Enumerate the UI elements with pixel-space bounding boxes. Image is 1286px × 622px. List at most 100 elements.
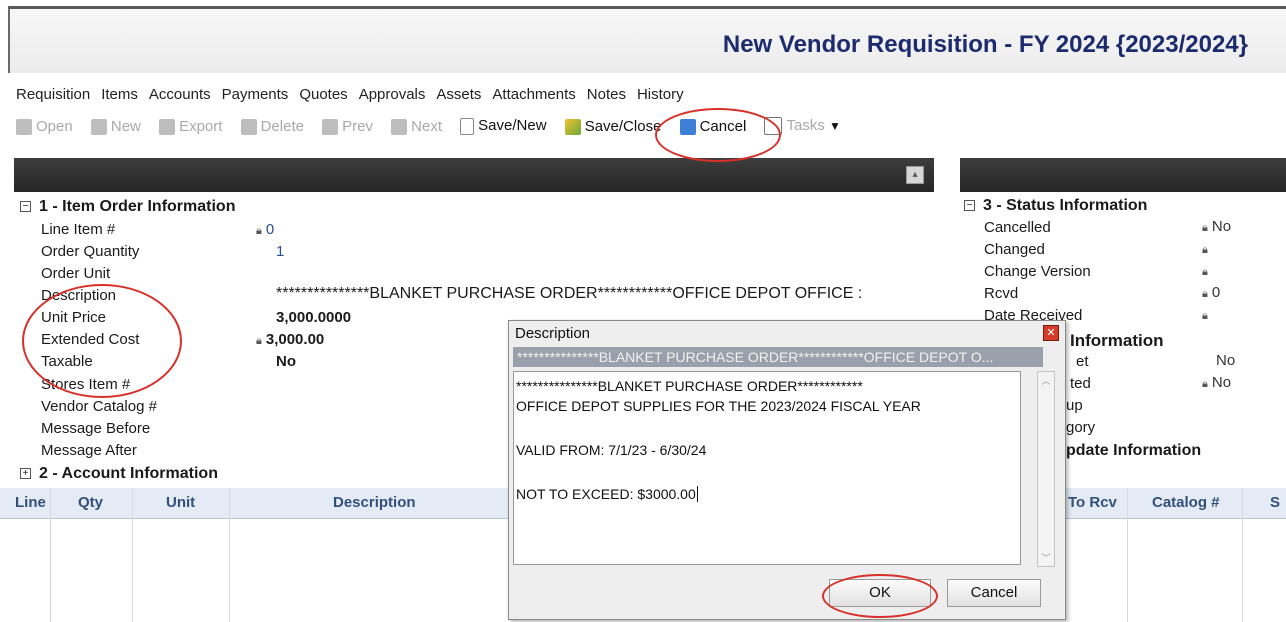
- field-label: gory: [1066, 419, 1096, 436]
- export-label: Export: [179, 117, 223, 135]
- partial-value: No: [1216, 352, 1236, 369]
- lock-icon: 🔒︎: [1202, 378, 1208, 390]
- next-icon: [391, 118, 408, 135]
- description-line: NOT TO EXCEED: $3000.00: [516, 486, 698, 502]
- description-line: [516, 416, 1002, 436]
- prev-icon: [322, 118, 339, 135]
- tab-bar: Requisition Items Accounts Payments Quotes Ap…: [16, 86, 695, 106]
- tab-quotes[interactable]: Quotes: [299, 86, 347, 103]
- lock-icon: 🔒︎: [1202, 222, 1208, 234]
- new-button[interactable]: New: [90, 118, 141, 135]
- section-title: 3 - Status Information: [983, 197, 1148, 214]
- tab-payments[interactable]: Payments: [222, 86, 289, 103]
- section-partial-header: Information: [1070, 331, 1164, 350]
- chevron-down-icon: ▼: [828, 119, 841, 134]
- changed-value: 🔒︎: [1202, 240, 1212, 257]
- taxable-value: No: [276, 353, 296, 370]
- change-version-value: 🔒︎: [1202, 262, 1212, 279]
- open-icon: [16, 118, 32, 135]
- document-icon: [460, 117, 475, 135]
- description-value[interactable]: ***************BLANKET PURCHASE ORDER***…: [276, 285, 932, 303]
- column-header-to-rcv[interactable]: To Rcv: [1068, 494, 1117, 511]
- field-label: Order Quantity: [41, 243, 140, 260]
- description-line: VALID FROM: 7/1/23 - 6/30/24: [516, 442, 707, 458]
- export-button[interactable]: Export: [159, 118, 222, 135]
- lock-icon: 🔒︎: [256, 225, 262, 237]
- next-label: Next: [411, 117, 442, 135]
- tab-assets[interactable]: Assets: [436, 86, 481, 103]
- description-textarea[interactable]: ***************BLANKET PURCHASE ORDER***…: [513, 371, 1021, 565]
- new-icon: [90, 118, 107, 135]
- tab-attachments[interactable]: Attachments: [492, 86, 575, 103]
- title-bar: New Vendor Requisition - FY 2024 {2023/2…: [8, 6, 1286, 73]
- text-cursor: [696, 486, 698, 502]
- lock-icon: 🔒︎: [1202, 266, 1208, 278]
- open-button[interactable]: Open: [16, 118, 73, 135]
- section-account-header[interactable]: +2 - Account Information: [20, 465, 218, 483]
- tab-approvals[interactable]: Approvals: [359, 86, 426, 103]
- column-header-description[interactable]: Description: [333, 494, 416, 511]
- grid-column-divider: [132, 488, 133, 622]
- save-close-icon: [564, 118, 581, 135]
- grid-column-divider: [1242, 488, 1243, 622]
- tab-requisition[interactable]: Requisition: [16, 86, 90, 103]
- field-label: Order Unit: [41, 265, 111, 282]
- grid-column-divider: [1127, 488, 1128, 622]
- column-header-line[interactable]: Line: [15, 494, 46, 511]
- save-close-button[interactable]: Save/Close: [564, 117, 662, 135]
- column-header-s[interactable]: S: [1270, 494, 1280, 511]
- line-item-value: 🔒︎ 0: [256, 221, 275, 238]
- scroll-down-icon[interactable]: ﹀: [1038, 551, 1054, 564]
- annotation-circle-save-close: [655, 108, 781, 162]
- section-update-header: pdate Information: [1066, 442, 1202, 459]
- tab-accounts[interactable]: Accounts: [149, 86, 211, 103]
- field-label: Rcvd: [984, 285, 1019, 302]
- dialog-scrollbar[interactable]: ︿ ﹀: [1037, 371, 1055, 567]
- section-status-header[interactable]: −3 - Status Information: [964, 197, 1147, 215]
- field-label: Changed: [984, 241, 1045, 258]
- field-label: ted: [1070, 375, 1091, 392]
- prev-label: Prev: [342, 117, 373, 135]
- grid-column-divider: [229, 488, 230, 622]
- field-label: Line Item #: [41, 221, 116, 238]
- partial-value-2: 🔒︎ No: [1202, 374, 1232, 391]
- tab-notes[interactable]: Notes: [587, 86, 626, 103]
- field-label: Cancelled: [984, 219, 1051, 236]
- field-label: Change Version: [984, 263, 1091, 280]
- collapse-icon[interactable]: ▴: [906, 166, 924, 184]
- section-item-order-header[interactable]: −1 - Item Order Information: [20, 198, 235, 216]
- tab-history[interactable]: History: [637, 86, 684, 103]
- annotation-circle-ok: [822, 574, 938, 618]
- unit-price-value: 3,000.0000: [276, 309, 352, 326]
- lock-icon: 🔒︎: [1202, 310, 1208, 322]
- collapse-icon: −: [20, 201, 31, 213]
- save-new-label: Save/New: [478, 117, 547, 135]
- column-header-qty[interactable]: Qty: [78, 494, 103, 511]
- column-header-unit[interactable]: Unit: [166, 494, 195, 511]
- collapse-icon: −: [964, 200, 975, 212]
- status-panel-header: [960, 158, 1286, 192]
- close-icon[interactable]: ✕: [1043, 325, 1059, 341]
- tab-items[interactable]: Items: [101, 86, 138, 103]
- field-label: et: [1076, 353, 1089, 370]
- delete-button[interactable]: Delete: [240, 118, 304, 135]
- prev-button[interactable]: Prev: [322, 118, 373, 135]
- save-new-button[interactable]: Save/New: [460, 117, 547, 135]
- dialog-summary-strip: ***************BLANKET PURCHASE ORDER***…: [513, 347, 1043, 367]
- dialog-title: Description: [515, 325, 591, 342]
- column-header-catalog[interactable]: Catalog #: [1152, 494, 1220, 511]
- section-title: 1 - Item Order Information: [39, 198, 236, 215]
- expand-icon: +: [20, 468, 31, 480]
- export-icon: [159, 118, 176, 135]
- annotation-circle-fields: [22, 284, 182, 398]
- description-line: [516, 460, 1002, 480]
- order-quantity-value: 1: [276, 243, 285, 260]
- delete-icon: [240, 118, 257, 135]
- scroll-up-icon[interactable]: ︿: [1038, 374, 1054, 387]
- rcvd-value: 🔒︎ 0: [1202, 284, 1221, 301]
- tasks-label: Tasks: [786, 117, 825, 135]
- save-close-label: Save/Close: [584, 117, 662, 135]
- next-button[interactable]: Next: [391, 118, 442, 135]
- grid-column-divider: [50, 488, 51, 622]
- dialog-cancel-button[interactable]: Cancel: [947, 579, 1041, 607]
